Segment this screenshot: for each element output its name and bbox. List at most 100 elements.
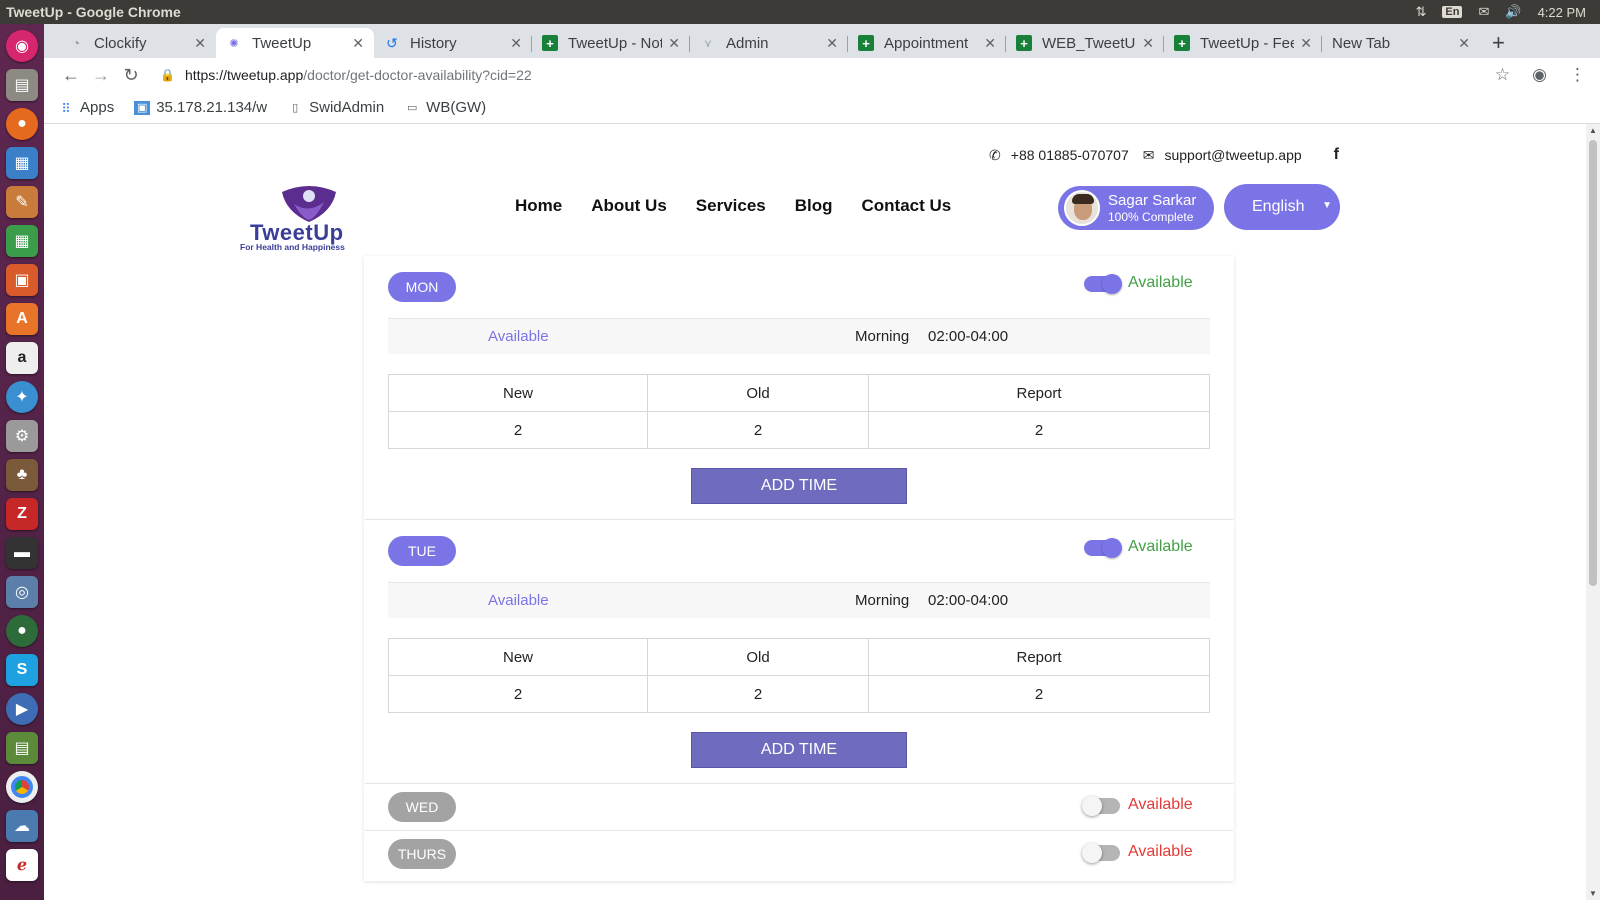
tab-tweetup-notes[interactable]: + TweetUp - Not ✕ (532, 28, 690, 58)
close-icon[interactable]: ✕ (668, 35, 680, 52)
slot-status[interactable]: Available (488, 328, 549, 345)
nav-about-us[interactable]: About Us (591, 196, 667, 216)
bookmark-apps[interactable]: ⠿ Apps (58, 99, 114, 116)
skype-icon[interactable]: S (6, 654, 38, 686)
header-new: New (388, 638, 648, 676)
add-time-button-tue[interactable]: ADD TIME (691, 732, 907, 768)
phone-icon: ✆ (989, 146, 1001, 163)
settings-icon[interactable]: ⚙ (6, 420, 38, 452)
value-new: 2 (388, 675, 648, 713)
language-select[interactable]: English ▼ (1224, 184, 1340, 230)
tab-new-tab[interactable]: New Tab ✕ (1322, 28, 1480, 58)
contact-email[interactable]: support@tweetup.app (1164, 147, 1301, 163)
close-icon[interactable]: ✕ (826, 35, 838, 52)
sheets-icon: + (542, 35, 558, 51)
back-icon[interactable]: ← (56, 65, 86, 86)
add-time-button-mon[interactable]: ADD TIME (691, 468, 907, 504)
files-icon[interactable]: ▤ (6, 69, 38, 101)
day-pill-mon[interactable]: MON (388, 272, 456, 302)
bookmark-star-icon[interactable]: ☆ (1495, 65, 1510, 85)
tweetup-icon: ✺ (229, 37, 239, 50)
tools-icon[interactable]: ✦ (6, 381, 38, 413)
tab-appointment[interactable]: + Appointment ✕ (848, 28, 1006, 58)
day-pill-wed[interactable]: WED (388, 792, 456, 822)
amazon-icon[interactable]: a (6, 342, 38, 374)
lock-icon[interactable]: 🔒 (160, 68, 175, 82)
scroll-up-icon[interactable]: ▲ (1589, 126, 1597, 135)
menu-icon[interactable]: ⋮ (1569, 65, 1586, 85)
new-tab-button[interactable]: + (1480, 28, 1517, 58)
close-icon[interactable]: ✕ (194, 35, 206, 52)
tab-clockify[interactable]: ◔ Clockify ✕ (58, 28, 216, 58)
close-icon[interactable]: ✕ (352, 35, 364, 52)
address-bar[interactable]: 🔒 https://tweetup.app /doctor/get-doctor… (160, 67, 532, 83)
tab-tweetup[interactable]: ✺ TweetUp ✕ (216, 28, 374, 58)
availability-label-mon: Available (1128, 274, 1193, 291)
site-icon: ▣ (134, 100, 151, 115)
volume-icon[interactable]: 🔊 (1505, 4, 1521, 20)
nav-home[interactable]: Home (515, 196, 562, 216)
availability-toggle-wed[interactable] (1082, 796, 1120, 816)
mail-icon[interactable]: ✉ (1478, 4, 1489, 20)
user-profile-button[interactable]: Sagar Sarkar 100% Complete (1058, 186, 1214, 230)
software-center-icon[interactable]: A (6, 303, 38, 335)
chrome-icon[interactable] (6, 771, 38, 803)
availability-toggle-tue[interactable] (1084, 538, 1122, 558)
contact-phone[interactable]: +88 01885-070707 (1011, 147, 1129, 163)
bookmark-swidadmin[interactable]: ▯ SwidAdmin (287, 99, 384, 116)
tab-admin[interactable]: ⋎ Admin ✕ (690, 28, 848, 58)
notes-icon[interactable]: ▤ (6, 732, 38, 764)
day-pill-thurs[interactable]: THURS (388, 839, 456, 869)
tab-strip: ◔ Clockify ✕ ✺ TweetUp ✕ ↺ History ✕ + T… (44, 24, 1600, 58)
close-icon[interactable]: ✕ (1300, 35, 1312, 52)
availability-toggle-thurs[interactable] (1082, 843, 1120, 863)
pdf-reader-icon[interactable]: ℯ (6, 849, 38, 881)
media-player-icon[interactable]: ▶ (6, 693, 38, 725)
patient-limits-table: New Old Report 2 2 2 (388, 374, 1210, 449)
table-header-row: New Old Report (388, 374, 1210, 412)
reload-icon[interactable]: ↻ (116, 65, 146, 86)
writer-icon[interactable]: ▦ (6, 147, 38, 179)
scroll-down-icon[interactable]: ▼ (1589, 889, 1597, 898)
bookmark-wbgw[interactable]: ▭ WB(GW) (404, 99, 486, 116)
game-icon[interactable]: ♣ (6, 459, 38, 491)
close-icon[interactable]: ✕ (1458, 35, 1470, 52)
availability-toggle-mon[interactable] (1084, 274, 1122, 294)
impress-icon[interactable]: ▣ (6, 264, 38, 296)
nav-blog[interactable]: Blog (795, 196, 833, 216)
text-editor-icon[interactable]: ✎ (6, 186, 38, 218)
calc-icon[interactable]: ▦ (6, 225, 38, 257)
cloud-icon[interactable]: ☁ (6, 810, 38, 842)
bookmark-ip[interactable]: ▣ 35.178.21.134/w (134, 99, 267, 116)
slot-status[interactable]: Available (488, 592, 549, 609)
clock[interactable]: 4:22 PM (1538, 5, 1586, 20)
ubuntu-dash-icon[interactable]: ◉ (6, 30, 38, 62)
forward-icon[interactable]: → (86, 65, 116, 86)
close-icon[interactable]: ✕ (510, 35, 522, 52)
site-logo[interactable]: TweetUp For Health and Happiness (240, 182, 370, 252)
header-old: Old (647, 374, 869, 412)
close-icon[interactable]: ✕ (1142, 35, 1154, 52)
tab-tweetup-fee[interactable]: + TweetUp - Fee ✕ (1164, 28, 1322, 58)
tab-history[interactable]: ↺ History ✕ (374, 28, 532, 58)
scrollbar-thumb[interactable] (1589, 140, 1597, 586)
page-scrollbar[interactable]: ▲ ▼ (1586, 124, 1600, 900)
admin-icon: ⋎ (703, 37, 713, 50)
network-transfer-icon[interactable]: ⇅ (1416, 4, 1427, 20)
facebook-icon[interactable]: f (1334, 146, 1339, 164)
screenshot-icon[interactable]: ◎ (6, 576, 38, 608)
nav-contact-us[interactable]: Contact Us (862, 196, 952, 216)
day-pill-tue[interactable]: TUE (388, 536, 456, 566)
nav-services[interactable]: Services (696, 196, 766, 216)
profile-completion: 100% Complete (1108, 209, 1194, 224)
disk-icon[interactable]: ● (6, 615, 38, 647)
firefox-icon[interactable]: ● (6, 108, 38, 140)
slot-period: Morning (855, 328, 910, 345)
video-editor-icon[interactable]: ▬ (6, 537, 38, 569)
filezilla-icon[interactable]: Z (6, 498, 38, 530)
header-old: Old (647, 638, 869, 676)
keyboard-language-indicator[interactable]: En (1442, 6, 1463, 18)
tab-web-tweetup[interactable]: + WEB_TweetUp ✕ (1006, 28, 1164, 58)
account-icon[interactable]: ◉ (1532, 65, 1547, 85)
close-icon[interactable]: ✕ (984, 35, 996, 52)
